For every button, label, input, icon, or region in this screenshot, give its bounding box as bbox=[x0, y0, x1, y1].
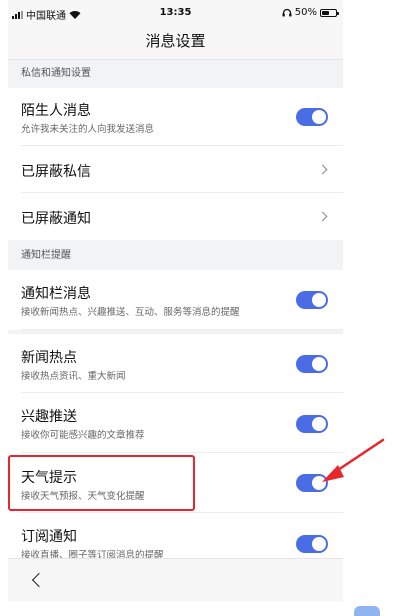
chevron-right-icon bbox=[317, 164, 328, 175]
setting-row-notification-bar: 通知栏消息 接收新闻热点、兴趣推送、互动、服务等消息的提醒 bbox=[8, 270, 343, 330]
notification-bar-toggle[interactable] bbox=[296, 291, 328, 309]
page-title: 消息设置 bbox=[8, 24, 343, 60]
chevron-right-icon bbox=[317, 211, 328, 222]
interest-push-title: 兴趣推送 bbox=[21, 409, 77, 425]
phone-screen: 中国联通 13:35 50% 消息设置 私信和通知设置 陌生人消息 允许我未关注… bbox=[8, 0, 343, 602]
section-header-notification-bar: 通知栏提醒 bbox=[8, 242, 343, 270]
status-right: 50% bbox=[282, 7, 339, 18]
battery-fill bbox=[322, 10, 329, 15]
notification-bar-subtitle: 接收新闻热点、兴趣推送、互动、服务等消息的提醒 bbox=[21, 307, 240, 318]
hot-news-title: 新闻热点 bbox=[21, 350, 77, 366]
battery-percent: 50% bbox=[294, 7, 317, 18]
subscriptions-toggle[interactable] bbox=[296, 535, 328, 553]
notification-bar-title: 通知栏消息 bbox=[21, 286, 91, 302]
hot-news-toggle[interactable] bbox=[296, 355, 328, 373]
subscriptions-title: 订阅通知 bbox=[21, 529, 77, 545]
corner-decoration bbox=[354, 606, 380, 616]
battery-icon bbox=[320, 8, 339, 17]
highlight-box bbox=[8, 455, 195, 511]
hot-news-subtitle: 接收热点资讯、重大新闻 bbox=[21, 371, 126, 382]
setting-row-hot-news: 新闻热点 接收热点资讯、重大新闻 bbox=[8, 334, 343, 393]
interest-push-subtitle: 接收你可能感兴趣的文章推荐 bbox=[21, 430, 145, 441]
weather-toggle[interactable] bbox=[296, 474, 328, 492]
headphones-icon bbox=[282, 8, 292, 17]
interest-push-toggle[interactable] bbox=[296, 415, 328, 433]
setting-row-subscriptions: 订阅通知 接收直播、圈子等订阅消息的提醒 bbox=[8, 513, 343, 563]
stranger-messages-title: 陌生人消息 bbox=[21, 103, 91, 119]
status-bar: 中国联通 13:35 50% bbox=[8, 0, 343, 24]
blocked-notifications-title: 已屏蔽通知 bbox=[21, 211, 91, 227]
chevron-left-icon[interactable] bbox=[31, 572, 47, 588]
bottom-bar bbox=[8, 558, 343, 602]
stranger-messages-toggle[interactable] bbox=[296, 108, 328, 126]
stranger-messages-subtitle: 允许我未关注的人向我发送消息 bbox=[21, 124, 155, 135]
setting-row-stranger-messages: 陌生人消息 允许我未关注的人向我发送消息 bbox=[8, 88, 343, 146]
setting-row-blocked-messages[interactable]: 已屏蔽私信 bbox=[8, 146, 343, 193]
setting-row-blocked-notifications[interactable]: 已屏蔽通知 bbox=[8, 193, 343, 240]
blocked-messages-title: 已屏蔽私信 bbox=[21, 164, 91, 180]
setting-row-interest-push: 兴趣推送 接收你可能感兴趣的文章推荐 bbox=[8, 393, 343, 453]
section-header-dm: 私信和通知设置 bbox=[8, 60, 343, 88]
